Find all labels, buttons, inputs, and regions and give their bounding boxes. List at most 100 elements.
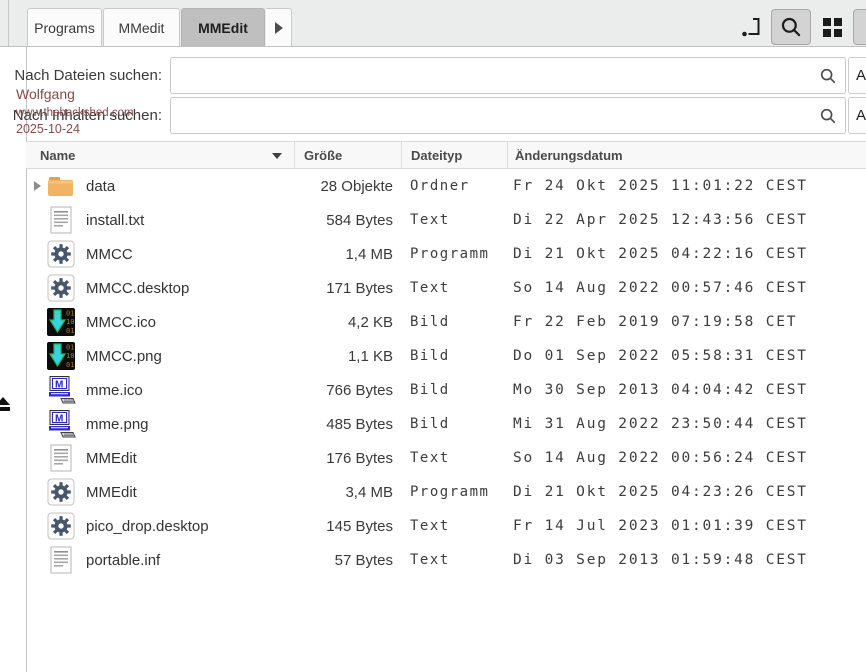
file-date: Do 01 Sep 2022 05:58:31 CEST bbox=[507, 348, 866, 364]
file-name: mme.png bbox=[86, 416, 149, 433]
watermark-name: Wolfgang bbox=[16, 87, 75, 101]
gear-icon bbox=[46, 239, 76, 269]
file-name: mme.ico bbox=[86, 382, 143, 399]
file-type: Bild bbox=[401, 382, 507, 398]
file-list: data 28 Objekte Ordner Fr 24 Okt 2025 11… bbox=[26, 169, 866, 577]
file-type: Bild bbox=[401, 416, 507, 432]
file-size: 584 Bytes bbox=[294, 212, 401, 229]
table-row[interactable]: install.txt 584 Bytes Text Di 22 Apr 202… bbox=[26, 203, 866, 237]
tab-overflow-button[interactable] bbox=[266, 8, 292, 46]
file-type: Ordner bbox=[401, 178, 507, 194]
file-date: Di 03 Sep 2013 01:59:48 CEST bbox=[507, 552, 866, 568]
search-content-input[interactable] bbox=[179, 98, 813, 135]
list-view-button[interactable] bbox=[853, 9, 866, 45]
file-size: 57 Bytes bbox=[294, 552, 401, 569]
table-row[interactable]: MMCC.png 1,1 KB Bild Do 01 Sep 2022 05:5… bbox=[26, 339, 866, 373]
watermark-url: www.thebackshed.com bbox=[16, 108, 134, 120]
file-size: 145 Bytes bbox=[294, 518, 401, 535]
file-type: Text bbox=[401, 212, 507, 228]
file-name: MMEdit bbox=[86, 484, 137, 501]
file-date: Mi 31 Aug 2022 23:50:44 CEST bbox=[507, 416, 866, 432]
eject-icon bbox=[0, 397, 12, 413]
gear-icon bbox=[46, 511, 76, 541]
file-size: 176 Bytes bbox=[294, 450, 401, 467]
grid-view-button[interactable] bbox=[815, 13, 849, 41]
file-date: Fr 24 Okt 2025 11:01:22 CEST bbox=[507, 178, 866, 194]
folder-icon bbox=[46, 171, 76, 201]
file-date: Fr 14 Jul 2023 01:01:39 CEST bbox=[507, 518, 866, 534]
download-binary-icon bbox=[46, 307, 76, 337]
search-files-label: Nach Dateien suchen: bbox=[2, 67, 162, 84]
file-name: MMCC.png bbox=[86, 348, 162, 365]
file-name: install.txt bbox=[86, 212, 144, 229]
table-row[interactable]: MMCC.desktop 171 Bytes Text So 14 Aug 20… bbox=[26, 271, 866, 305]
table-row[interactable]: pico_drop.desktop 145 Bytes Text Fr 14 J… bbox=[26, 509, 866, 543]
table-row[interactable]: MMEdit 176 Bytes Text So 14 Aug 2022 00:… bbox=[26, 441, 866, 475]
file-size: 4,2 KB bbox=[294, 314, 401, 331]
table-row[interactable]: mme.png 485 Bytes Bild Mi 31 Aug 2022 23… bbox=[26, 407, 866, 441]
column-header-type-label: Dateityp bbox=[411, 148, 462, 163]
file-date: Di 21 Okt 2025 04:22:16 CEST bbox=[507, 246, 866, 262]
file-date: So 14 Aug 2022 00:57:46 CEST bbox=[507, 280, 866, 296]
file-size: 1,4 MB bbox=[294, 246, 401, 263]
gear-icon bbox=[46, 273, 76, 303]
table-row[interactable]: MMEdit 3,4 MB Programm Di 21 Okt 2025 04… bbox=[26, 475, 866, 509]
file-date: Di 21 Okt 2025 04:23:26 CEST bbox=[507, 484, 866, 500]
table-row[interactable]: data 28 Objekte Ordner Fr 24 Okt 2025 11… bbox=[26, 169, 866, 203]
file-type: Text bbox=[401, 552, 507, 568]
file-size: 485 Bytes bbox=[294, 416, 401, 433]
tab-mmedit-active[interactable]: MMEdit bbox=[181, 8, 265, 46]
search-icon bbox=[819, 107, 837, 125]
file-name: MMEdit bbox=[86, 450, 137, 467]
file-name: MMCC bbox=[86, 246, 133, 263]
table-header: Name Größe Dateityp Änderungsdatum bbox=[26, 141, 866, 169]
column-header-size-label: Größe bbox=[304, 148, 342, 163]
text-file-icon bbox=[46, 545, 76, 575]
file-type: Programm bbox=[401, 246, 507, 262]
search-files-input[interactable] bbox=[179, 58, 813, 95]
file-size: 1,1 KB bbox=[294, 348, 401, 365]
search-content-side-button[interactable]: A bbox=[848, 97, 866, 134]
file-type: Programm bbox=[401, 484, 507, 500]
file-type: Text bbox=[401, 450, 507, 466]
table-row[interactable]: portable.inf 57 Bytes Text Di 03 Sep 201… bbox=[26, 543, 866, 577]
file-date: Di 22 Apr 2025 12:43:56 CEST bbox=[507, 212, 866, 228]
search-files-field-wrap bbox=[170, 57, 846, 94]
search-icon bbox=[819, 67, 837, 85]
column-header-date[interactable]: Änderungsdatum bbox=[507, 142, 866, 168]
search-toggle-button[interactable] bbox=[771, 9, 811, 45]
file-name: MMCC.desktop bbox=[86, 280, 189, 297]
tab-jump-button[interactable] bbox=[737, 13, 767, 41]
search-content-field-wrap bbox=[170, 97, 846, 134]
text-file-icon bbox=[46, 205, 76, 235]
tab-programs[interactable]: Programs bbox=[27, 8, 102, 46]
table-row[interactable]: mme.ico 766 Bytes Bild Mo 30 Sep 2013 04… bbox=[26, 373, 866, 407]
file-name: data bbox=[86, 178, 115, 195]
gear-icon bbox=[46, 477, 76, 507]
file-size: 28 Objekte bbox=[294, 178, 401, 195]
chevron-right-icon bbox=[275, 22, 283, 34]
column-header-name[interactable]: Name bbox=[26, 142, 294, 168]
file-size: 171 Bytes bbox=[294, 280, 401, 297]
file-type: Bild bbox=[401, 348, 507, 364]
tab-mmedit[interactable]: MMedit bbox=[103, 8, 180, 46]
watermark-date: 2025-10-24 bbox=[16, 123, 80, 136]
search-files-side-button[interactable]: A bbox=[848, 57, 866, 94]
column-header-size[interactable]: Größe bbox=[294, 142, 401, 168]
download-binary-icon bbox=[46, 341, 76, 371]
computer-icon bbox=[46, 409, 76, 439]
table-row[interactable]: MMCC 1,4 MB Programm Di 21 Okt 2025 04:2… bbox=[26, 237, 866, 271]
tab-bar: Programs MMedit MMEdit bbox=[0, 0, 866, 47]
file-date: So 14 Aug 2022 00:56:24 CEST bbox=[507, 450, 866, 466]
table-row[interactable]: MMCC.ico 4,2 KB Bild Fr 22 Feb 2019 07:1… bbox=[26, 305, 866, 339]
sort-descending-icon bbox=[272, 153, 282, 159]
grid-view-icon bbox=[823, 18, 842, 37]
expander-icon[interactable] bbox=[28, 181, 46, 191]
search-icon bbox=[780, 16, 802, 38]
column-header-date-label: Änderungsdatum bbox=[515, 148, 623, 163]
column-header-type[interactable]: Dateityp bbox=[401, 142, 507, 168]
file-type: Bild bbox=[401, 314, 507, 330]
file-size: 766 Bytes bbox=[294, 382, 401, 399]
tab-jump-icon bbox=[740, 15, 764, 39]
file-name: portable.inf bbox=[86, 552, 160, 569]
